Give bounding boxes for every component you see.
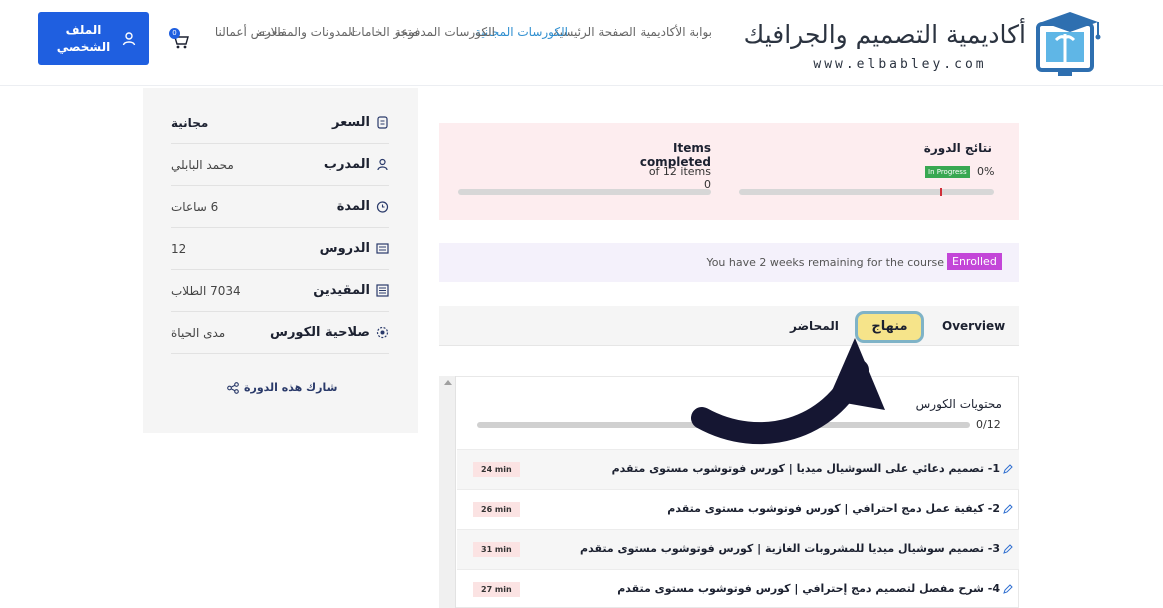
share-course-label: شارك هذه الدورة [244,381,338,394]
items-completed-count: of 12 items 0 [648,165,711,191]
lesson-title: 3- تصميم سوشيال ميديا للمشروبات الغازية … [580,542,1000,555]
cart-count-badge: 0 [169,28,180,39]
nav-home[interactable]: الصفحة الرئيسية [553,24,636,41]
tab-curriculum[interactable]: منهاج [855,311,924,343]
user-icon [122,31,135,45]
lesson-duration-badge: 31 min [473,542,520,557]
share-icon [227,381,239,394]
duration-label: المدة [336,199,370,214]
sidebar-row-students: 7034 الطلاب المقيدين [171,270,389,312]
students-icon [376,284,389,297]
nav-free-courses[interactable]: الكورسات المجانية [475,24,568,41]
enrolled-badge: Enrolled [947,253,1002,270]
lesson-item[interactable]: 4- شرح مفصل لتصميم دمج إحترافي | كورس فو… [457,569,1019,608]
enrollment-text: You have 2 weeks remaining for the cours… [706,256,944,269]
profile-button-label: الملف الشخصي [56,22,111,54]
instructor-icon [377,158,388,171]
lesson-item[interactable]: 2- كيفية عمل دمج احترافي | كورس فوتوشوب … [457,489,1019,529]
sidebar-row-validity: مدى الحياة صلاحية الكورس [171,312,389,354]
curriculum-title: محتويات الكورس [915,397,1002,411]
duration-value: 6 ساعات [171,199,219,214]
lesson-edit-icon [1003,464,1013,474]
price-tag-icon [377,116,388,129]
sidebar-row-duration: 6 ساعات المدة [171,186,389,228]
share-course-link[interactable]: شارك هذه الدورة [227,381,337,394]
nav-materials-store[interactable]: متجر الخامات [350,24,418,41]
in-progress-badge: In Progress [925,166,970,178]
curriculum-progress-count: 0/12 [976,418,1001,431]
lesson-edit-icon [1003,584,1013,594]
results-progress-bar [739,188,994,196]
results-progress-marker [940,188,942,196]
nav-academy-portal[interactable]: بوابة الأكاديمية [640,24,712,41]
scroll-up-arrow-icon[interactable] [444,380,452,385]
tab-instructor[interactable]: المحاضر [790,319,839,333]
validity-value: مدى الحياة [171,325,226,340]
lesson-duration-badge: 27 min [473,582,520,597]
validity-icon [376,326,389,339]
lesson-edit-icon [1003,544,1013,554]
sidebar-row-instructor: محمد البابلي المدرب [171,144,389,186]
instructor-value: محمد البابلي [171,157,234,172]
logo-url: www.elbabley.com [813,57,987,72]
validity-label: صلاحية الكورس [270,325,370,340]
students-label: المقيدين [313,283,370,298]
sidebar-row-price: مجانية السعر [171,102,389,144]
site-header: الملف الشخصي 0 بوابة الأكاديمية الصفحة ا… [0,0,1163,86]
results-percent: 0% [977,165,995,178]
nav-portfolio[interactable]: معرض أعمالنا [215,24,284,41]
logo-title: أكاديمية التصميم والجرافيك [743,20,1026,49]
academy-logo-icon [1036,12,1101,76]
curriculum-scrollbar[interactable] [439,376,456,608]
lesson-title: 1- تصميم دعائي على السوشيال ميديا | كورس… [611,462,1000,475]
lessons-label: الدروس [319,241,370,256]
lesson-edit-icon [1003,504,1013,514]
lessons-icon [376,243,389,254]
enrollment-notice: You have 2 weeks remaining for the cours… [439,243,1019,282]
course-results-title: نتائج الدورة [923,141,992,155]
items-progress-bar [458,189,711,195]
nav-paid-courses[interactable]: الكورسات المدفوعة [395,24,495,41]
cart-button[interactable]: 0 [168,28,190,50]
price-label: السعر [332,115,370,130]
lessons-value: 12 [171,241,187,256]
lesson-item[interactable]: 3- تصميم سوشيال ميديا للمشروبات الغازية … [457,529,1019,569]
instructor-label: المدرب [323,157,370,172]
students-value: 7034 الطلاب [171,283,241,298]
sidebar-row-lessons: 12 الدروس [171,228,389,270]
curriculum-progress-bar [477,422,970,428]
nav-blogs[interactable]: المدونات والمقالات [259,24,355,41]
lesson-title: 4- شرح مفصل لتصميم دمج إحترافي | كورس فو… [617,582,1000,595]
lesson-title: 2- كيفية عمل دمج احترافي | كورس فوتوشوب … [667,502,1000,515]
profile-button[interactable]: الملف الشخصي [38,12,149,65]
course-info-sidebar: مجانية السعر محمد البابلي المدرب 6 ساعات… [143,88,418,433]
price-value: مجانية [171,115,209,130]
lesson-item[interactable]: 1- تصميم دعائي على السوشيال ميديا | كورس… [457,449,1019,489]
course-tabs [439,306,1019,346]
lesson-duration-badge: 24 min [473,462,520,477]
tab-overview[interactable]: Overview [942,319,1005,333]
clock-icon [376,201,389,213]
lesson-duration-badge: 26 min [473,502,520,517]
